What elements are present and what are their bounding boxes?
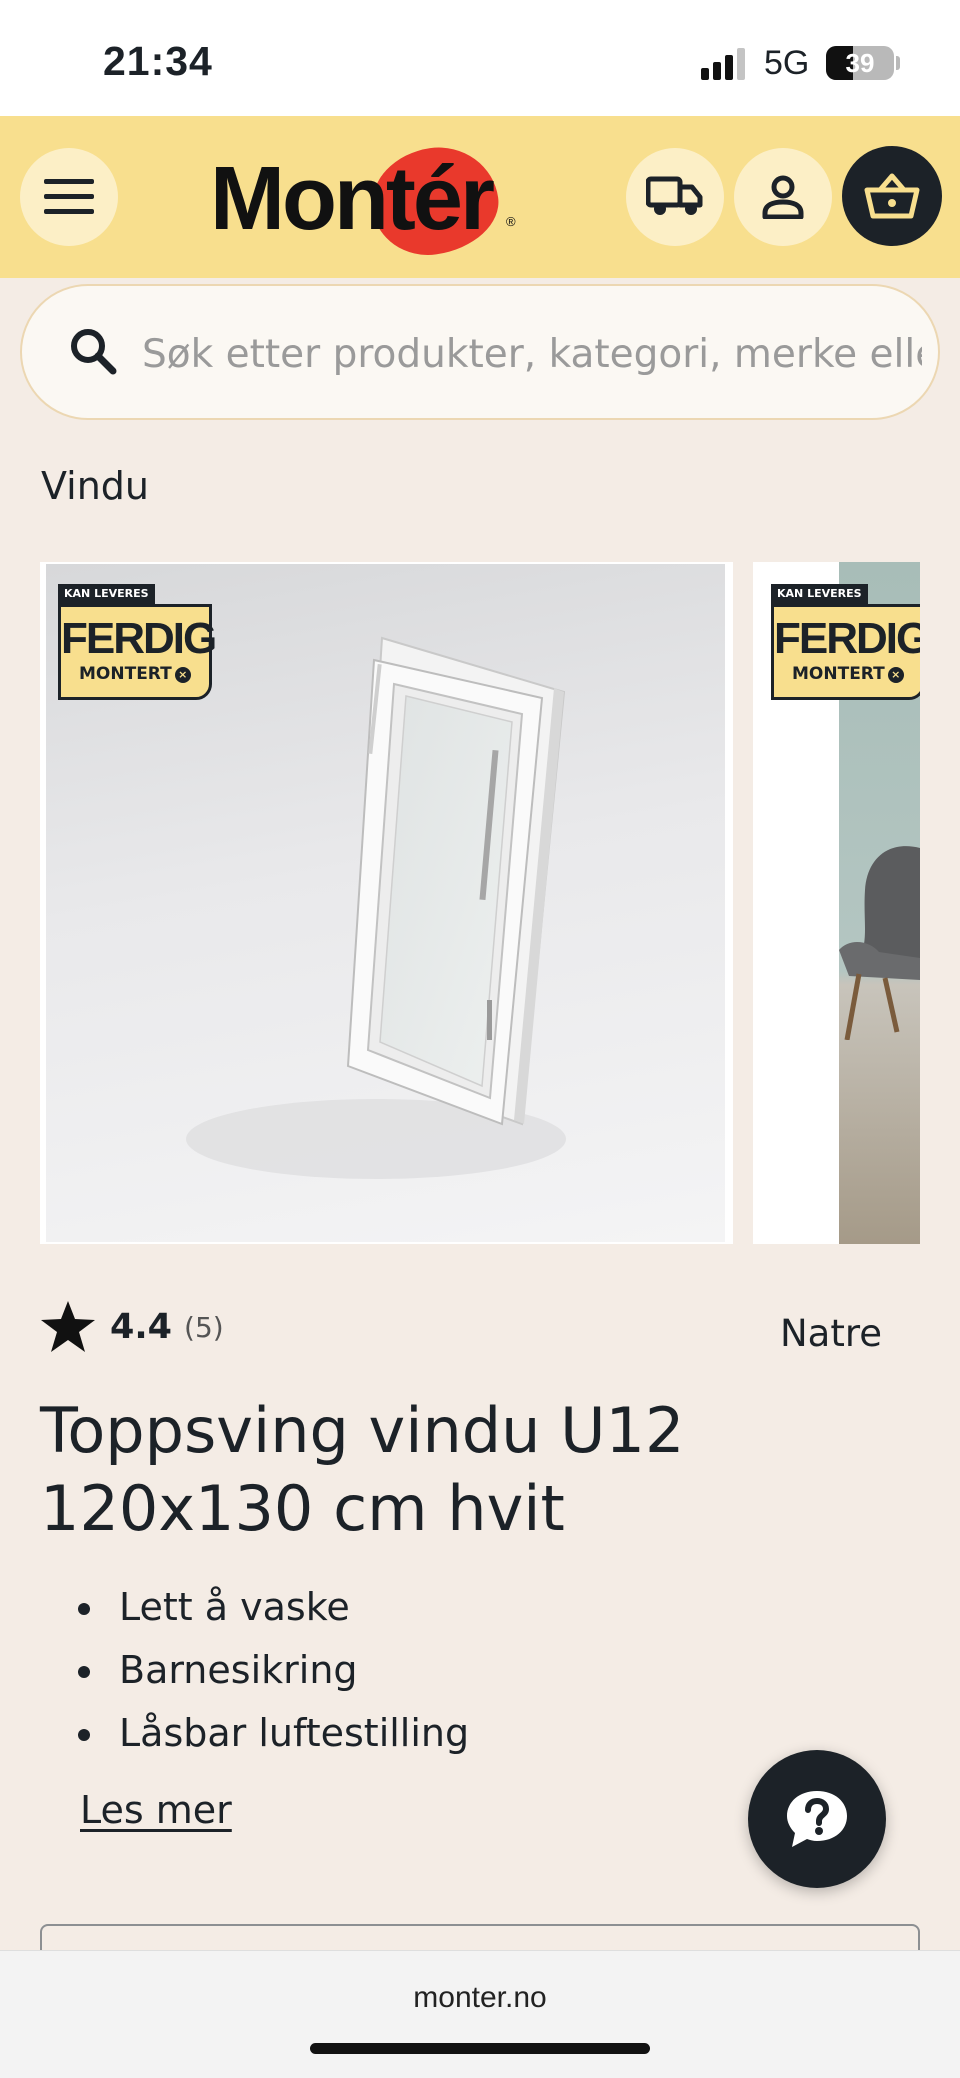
signal-icon: [701, 48, 749, 80]
badge-big-text: FERDIG: [61, 614, 217, 663]
search-input[interactable]: [142, 316, 922, 392]
site-logo[interactable]: Montér ®: [210, 136, 530, 263]
product-image-2[interactable]: KAN LEVERES FERDIG MONTERT ×: [753, 562, 920, 1244]
battery-icon: 39: [826, 46, 894, 80]
network-type: 5G: [764, 44, 810, 82]
product-brand[interactable]: Natre: [780, 1312, 882, 1355]
star-icon: [41, 1301, 95, 1352]
feature-item: Lett å vaske: [78, 1576, 469, 1639]
home-indicator[interactable]: [310, 2043, 650, 2054]
close-circle-icon: ×: [174, 667, 191, 683]
badge-top-text: KAN LEVERES: [58, 584, 155, 604]
product-image-1[interactable]: KAN LEVERES FERDIG MONTERT ×: [40, 562, 733, 1244]
chair-illustration: [839, 846, 920, 1040]
status-bar: 21:34 5G 39: [0, 0, 960, 116]
feature-list: Lett å vaske Barnesikring Låsbar luftest…: [78, 1576, 469, 1765]
help-chat-button[interactable]: [748, 1750, 886, 1888]
review-count: (5): [184, 1310, 224, 1344]
feature-item: Låsbar luftestilling: [78, 1702, 469, 1765]
badge-small-text: MONTERT: [792, 664, 885, 684]
cart-button[interactable]: [842, 146, 942, 246]
basket-icon: [864, 173, 920, 219]
truck-icon: [646, 176, 703, 215]
product-rating[interactable]: 4.4 (5): [40, 1300, 224, 1354]
battery-level: 39: [845, 48, 875, 78]
read-more-link[interactable]: Les mer: [80, 1788, 232, 1832]
rating-value: 4.4: [110, 1307, 173, 1347]
logo-registered: ®: [506, 214, 516, 229]
product-title: Toppsving vindu U12 120x130 cm hvit: [40, 1394, 685, 1545]
search-icon: [71, 329, 117, 375]
user-icon: [762, 175, 804, 219]
badge-big-text: FERDIG: [774, 614, 920, 663]
badge-top-text: KAN LEVERES: [771, 584, 868, 604]
feature-item: Barnesikring: [78, 1639, 469, 1702]
logo-text: Montér: [210, 149, 495, 249]
ferdig-montert-badge: KAN LEVERES FERDIG MONTERT ×: [771, 584, 920, 702]
menu-button[interactable]: [20, 148, 118, 246]
url-text[interactable]: monter.no: [0, 1981, 960, 2015]
delivery-button[interactable]: [626, 148, 724, 246]
breadcrumb[interactable]: Vindu: [41, 464, 149, 508]
browser-address-bar[interactable]: monter.no: [0, 1950, 960, 2078]
ferdig-montert-badge: KAN LEVERES FERDIG MONTERT ×: [58, 584, 217, 702]
status-time: 21:34: [103, 38, 213, 84]
site-header: Montér ®: [0, 116, 960, 278]
search-bar[interactable]: [20, 284, 940, 420]
menu-icon: [44, 179, 94, 214]
close-circle-icon: ×: [887, 667, 904, 683]
badge-small-text: MONTERT: [79, 664, 172, 684]
account-button[interactable]: [734, 148, 832, 246]
question-chat-icon: [787, 1791, 847, 1847]
